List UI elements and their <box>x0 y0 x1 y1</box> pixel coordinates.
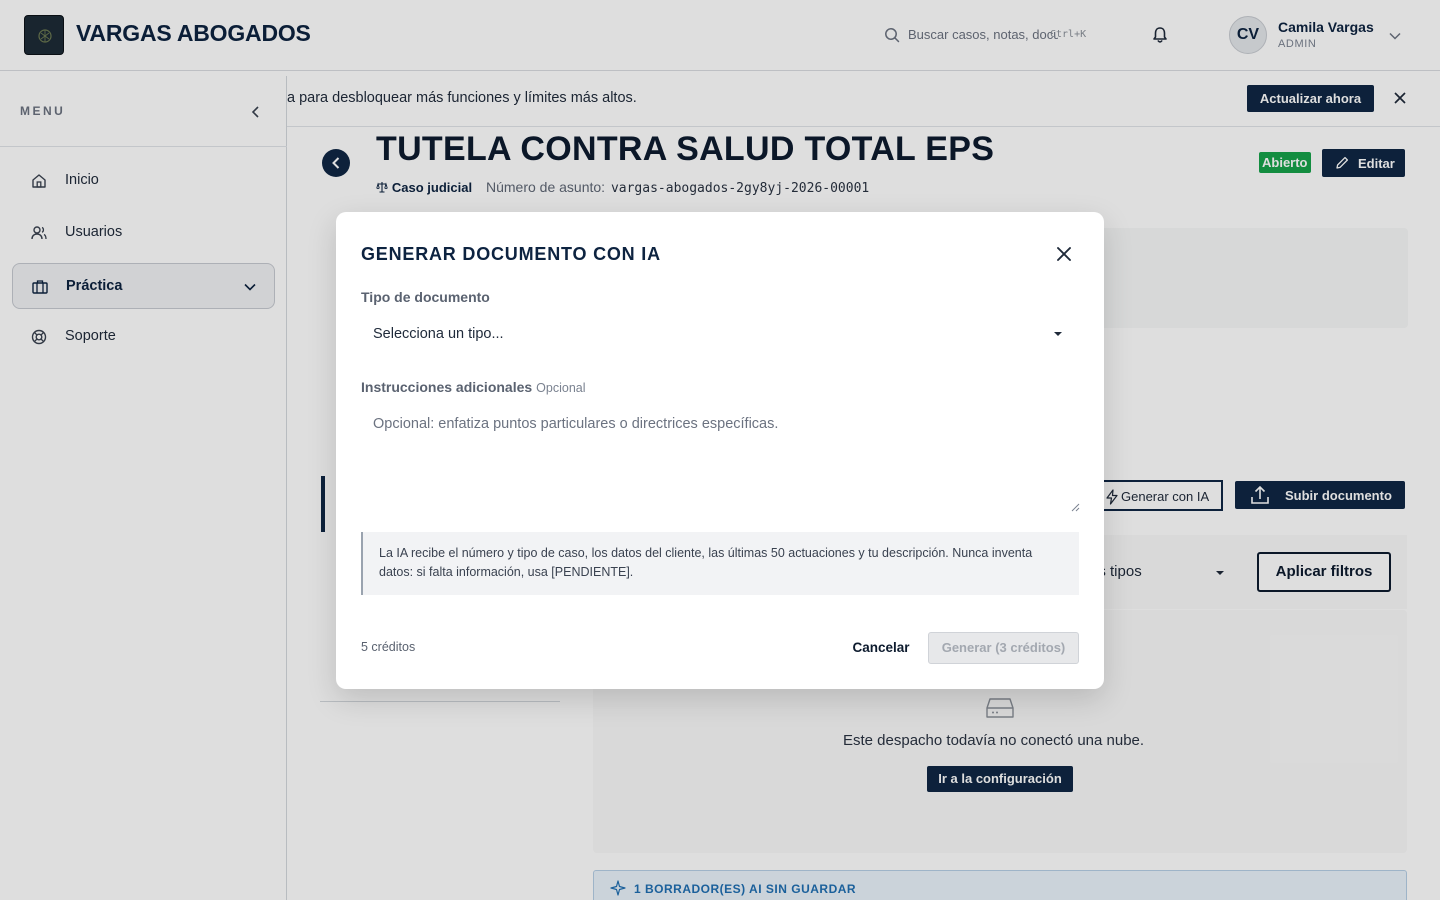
cancel-button[interactable]: Cancelar <box>841 632 921 664</box>
instructions-label-text: Instrucciones adicionales <box>361 379 533 395</box>
ai-info-note: La IA recibe el número y tipo de caso, l… <box>361 532 1079 595</box>
optional-tag: Opcional <box>536 381 586 395</box>
caret-down-icon <box>1054 332 1062 336</box>
credits-balance: 5 créditos <box>361 640 416 654</box>
close-icon[interactable] <box>1054 244 1074 264</box>
instructions-label: Instrucciones adicionales Opcional <box>361 379 586 395</box>
document-type-value: Selecciona un tipo... <box>373 326 504 342</box>
generate-document-dialog: GENERAR DOCUMENTO CON IA Tipo de documen… <box>336 212 1104 689</box>
dialog-title: GENERAR DOCUMENTO CON IA <box>361 244 661 264</box>
document-type-label: Tipo de documento <box>361 289 490 305</box>
instructions-textarea[interactable] <box>361 408 1079 512</box>
document-type-select[interactable]: Selecciona un tipo... <box>361 316 1079 352</box>
resize-handle-icon[interactable] <box>1070 502 1080 512</box>
generate-button[interactable]: Generar (3 créditos) <box>928 632 1079 664</box>
